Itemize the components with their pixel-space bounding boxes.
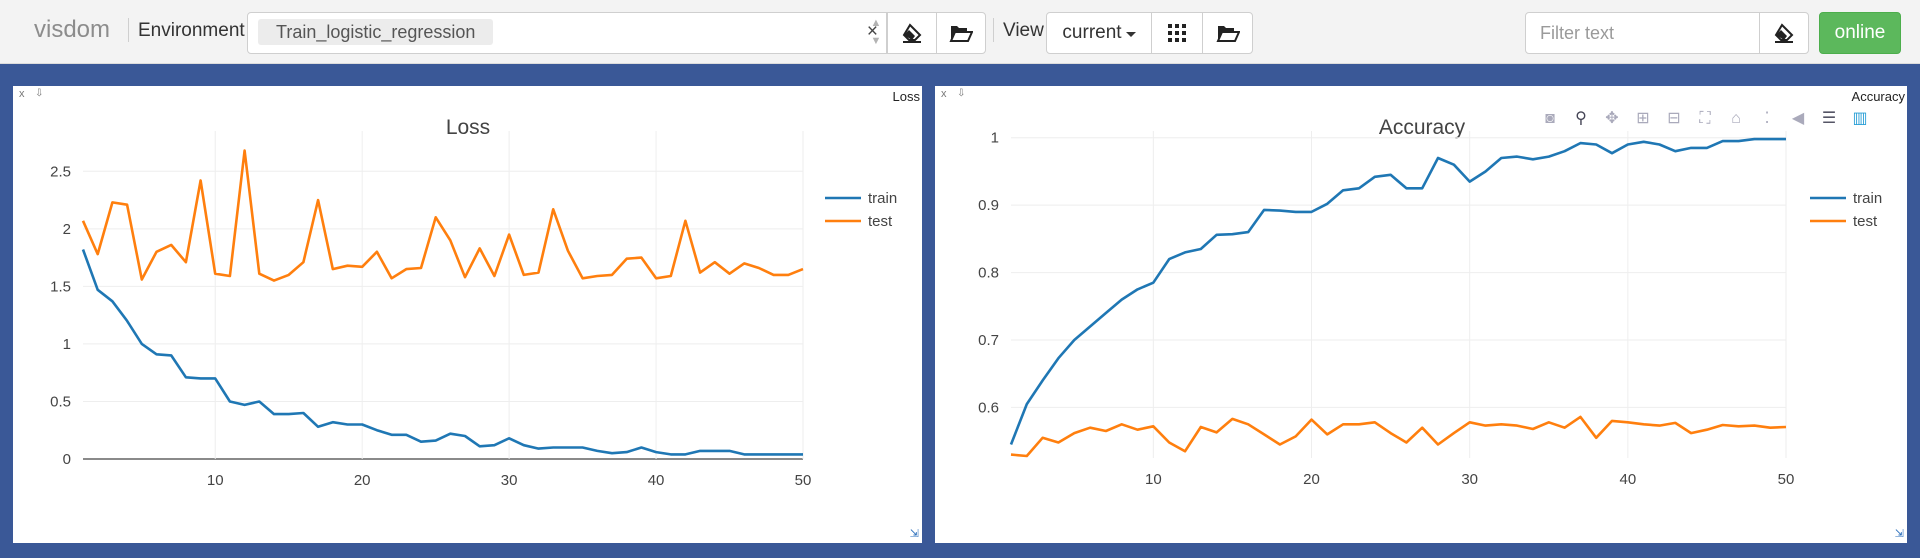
view-label: View: [1003, 20, 1044, 41]
zoom-in-icon[interactable]: ⊞: [1633, 110, 1653, 128]
y-tick-label: 2: [63, 221, 71, 238]
environment-spinner[interactable]: ▲ ▼: [866, 14, 886, 52]
environment-select[interactable]: Train_logistic_regression ×: [247, 12, 887, 54]
x-tick-label: 30: [501, 472, 518, 489]
home-icon[interactable]: ⌂: [1726, 110, 1746, 128]
y-tick-label: 2.5: [50, 163, 71, 180]
caret-down-icon: [1125, 31, 1136, 37]
view-select[interactable]: current: [1046, 12, 1152, 54]
legend-label-test[interactable]: test: [868, 213, 893, 230]
chart-title: Accuracy: [1379, 116, 1466, 139]
legend-label-train[interactable]: train: [868, 190, 897, 207]
top-toolbar: visdom Environment Train_logistic_regres…: [0, 0, 1920, 64]
y-tick-label: 0.8: [978, 265, 999, 282]
y-tick-label: 1: [63, 336, 71, 353]
y-tick-label: 0: [63, 451, 71, 468]
y-tick-label: 0.7: [978, 332, 999, 349]
environment-label: Environment: [138, 20, 245, 41]
filter-input[interactable]: [1525, 12, 1760, 54]
y-tick-label: 0.6: [978, 399, 999, 416]
series-line-train[interactable]: [1009, 137, 1786, 445]
series-line-train[interactable]: [81, 249, 803, 456]
x-tick-label: 20: [1303, 471, 1320, 488]
eraser-icon: [902, 23, 922, 43]
grid-icon: [1168, 24, 1186, 42]
zoom-out-icon[interactable]: ⊟: [1664, 110, 1684, 128]
pan-icon[interactable]: ✥: [1602, 110, 1622, 128]
view-value: current: [1062, 22, 1122, 43]
open-environment-button[interactable]: [936, 12, 986, 54]
series-line-test[interactable]: [81, 149, 804, 282]
resize-handle-icon[interactable]: ⇲: [910, 527, 919, 540]
folder-open-icon: [1215, 26, 1240, 42]
clear-filter-button[interactable]: [1759, 12, 1809, 54]
hover-compare-icon[interactable]: ☰: [1819, 110, 1839, 128]
x-tick-label: 20: [354, 472, 371, 489]
resize-handle-icon[interactable]: ⇲: [1895, 527, 1904, 540]
accuracy-chart[interactable]: Accuracy 0.6 0.7 0.8 0.9 1 10 20 30 40 50 train test: [935, 86, 1907, 543]
legend-label-train[interactable]: train: [1853, 190, 1882, 207]
loss-chart[interactable]: Loss 0 0.5 1 1.5 2 2.5 10 20 30 40 50 train test: [13, 86, 922, 543]
x-tick-label: 50: [1778, 471, 1795, 488]
x-tick-label: 30: [1461, 471, 1478, 488]
y-tick-label: 1.5: [50, 278, 71, 295]
plotly-logo-icon[interactable]: ▥: [1850, 110, 1870, 128]
environment-tag[interactable]: Train_logistic_regression: [258, 19, 494, 45]
folder-open-icon: [949, 26, 973, 42]
y-tick-label: 1: [991, 130, 999, 147]
y-tick-label: 0.9: [978, 197, 999, 214]
y-tick-label: 0.5: [50, 393, 71, 410]
chart-title: Loss: [446, 116, 490, 139]
series-line-test[interactable]: [1010, 415, 1787, 458]
app-logo: visdom: [34, 16, 111, 43]
accuracy-pane[interactable]: x ⇩ Accuracy Accuracy 0.6 0.7 0.8 0.9 1 10 20 30…: [935, 86, 1907, 543]
hover-closest-icon[interactable]: ◀: [1788, 110, 1808, 128]
x-tick-label: 10: [1145, 471, 1162, 488]
x-tick-label: 50: [795, 472, 812, 489]
spike-lines-icon[interactable]: ⁚: [1757, 110, 1777, 128]
divider: [993, 18, 994, 42]
x-tick-label: 40: [1619, 471, 1636, 488]
connection-status-button[interactable]: online: [1819, 12, 1901, 54]
grid-layout-button[interactable]: [1151, 12, 1203, 54]
x-tick-label: 40: [648, 472, 665, 489]
x-tick-label: 10: [207, 472, 224, 489]
eraser-icon: [1774, 23, 1794, 43]
camera-icon[interactable]: ◙: [1540, 110, 1560, 128]
legend-label-test[interactable]: test: [1853, 213, 1878, 230]
clear-environment-button[interactable]: [887, 12, 937, 54]
plot-modebar: ◙ ⚲ ✥ ⊞ ⊟ ⛶ ⌂ ⁚ ◀ ☰ ▥: [1540, 110, 1870, 128]
autoscale-icon[interactable]: ⛶: [1695, 110, 1715, 128]
zoom-icon[interactable]: ⚲: [1571, 110, 1591, 128]
divider: [128, 18, 129, 42]
loss-pane[interactable]: x ⇩ Loss Loss 0 0.5 1 1.5 2 2.5 10 20 30 40 50 train…: [13, 86, 922, 543]
open-view-button[interactable]: [1202, 12, 1253, 54]
